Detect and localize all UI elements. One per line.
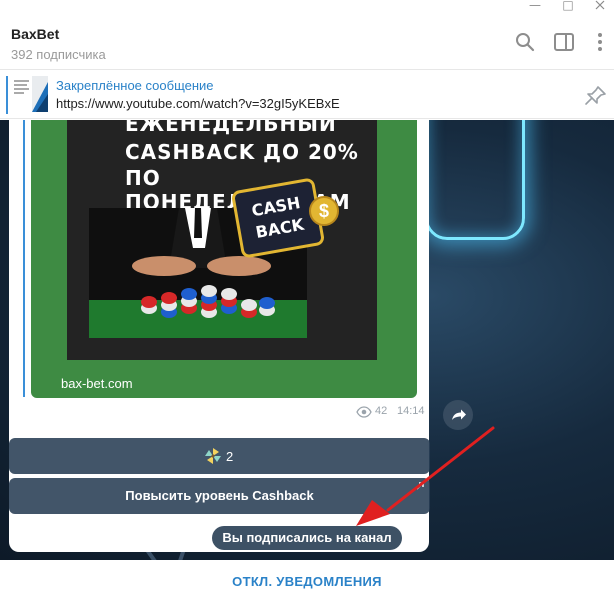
channel-header: BaxBet 392 подписчика — [0, 16, 614, 70]
share-button[interactable] — [443, 400, 473, 430]
pinned-thumbnail — [12, 76, 48, 112]
close-icon — [595, 0, 605, 10]
sidebar-icon[interactable] — [552, 30, 576, 54]
maximize-button[interactable]: □ — [553, 0, 583, 14]
views-count: 42 — [375, 405, 388, 417]
pinned-link[interactable]: https://www.youtube.com/watch?v=32gI5yKE… — [56, 96, 340, 111]
pinned-title: Закреплённое сообщение — [56, 78, 214, 93]
window-titlebar: — □ — [0, 0, 614, 16]
channel-footer: ОТКЛ. УВЕДОМЛЕНИЯ — [0, 560, 614, 600]
search-icon[interactable] — [513, 30, 537, 54]
share-arrow-icon — [452, 409, 466, 420]
background-neon-frame — [425, 120, 525, 240]
minimize-button[interactable]: — — [520, 0, 550, 14]
unpin-icon[interactable] — [584, 84, 608, 106]
channel-title[interactable]: BaxBet — [11, 26, 59, 42]
promo-line-2: CASHBACK ДО 20% — [125, 140, 359, 164]
reaction-count: 2 — [226, 449, 234, 464]
pinned-accent-bar — [6, 76, 8, 114]
mute-notifications-button[interactable]: ОТКЛ. УВЕДОМЛЕНИЯ — [0, 574, 614, 589]
close-button[interactable] — [585, 0, 614, 14]
promo-site-url: bax-bet.com — [61, 376, 133, 391]
raise-cashback-label: Повысить уровень Cashback — [125, 488, 314, 503]
subscriber-count: 392 подписчика — [11, 47, 106, 62]
promo-line-1: ЕЖЕНЕДЕЛЬНЫЙ — [125, 120, 337, 136]
dollar-coin-icon: $ — [309, 196, 339, 226]
promo-image[interactable]: ЕЖЕНЕДЕЛЬНЫЙ CASHBACK ДО 20% ПО ПОНЕДЕЛЬ… — [31, 120, 417, 398]
external-arrow-icon — [416, 482, 424, 490]
raise-cashback-button[interactable]: Повысить уровень Cashback — [9, 478, 430, 514]
post-time: 14:14 — [397, 405, 425, 417]
reaction-button[interactable]: 2 — [9, 438, 430, 474]
views-eye-icon — [356, 406, 372, 418]
post-accent-bar — [23, 120, 25, 397]
pinned-message[interactable]: Закреплённое сообщение https://www.youtu… — [0, 71, 614, 119]
chat-area[interactable]: ЕЖЕНЕДЕЛЬНЫЙ CASHBACK ДО 20% ПО ПОНЕДЕЛЬ… — [0, 120, 614, 560]
subscribed-service-message: Вы подписались на канал — [212, 526, 402, 550]
pinwheel-emoji-icon — [205, 448, 221, 464]
more-icon[interactable] — [588, 30, 612, 54]
